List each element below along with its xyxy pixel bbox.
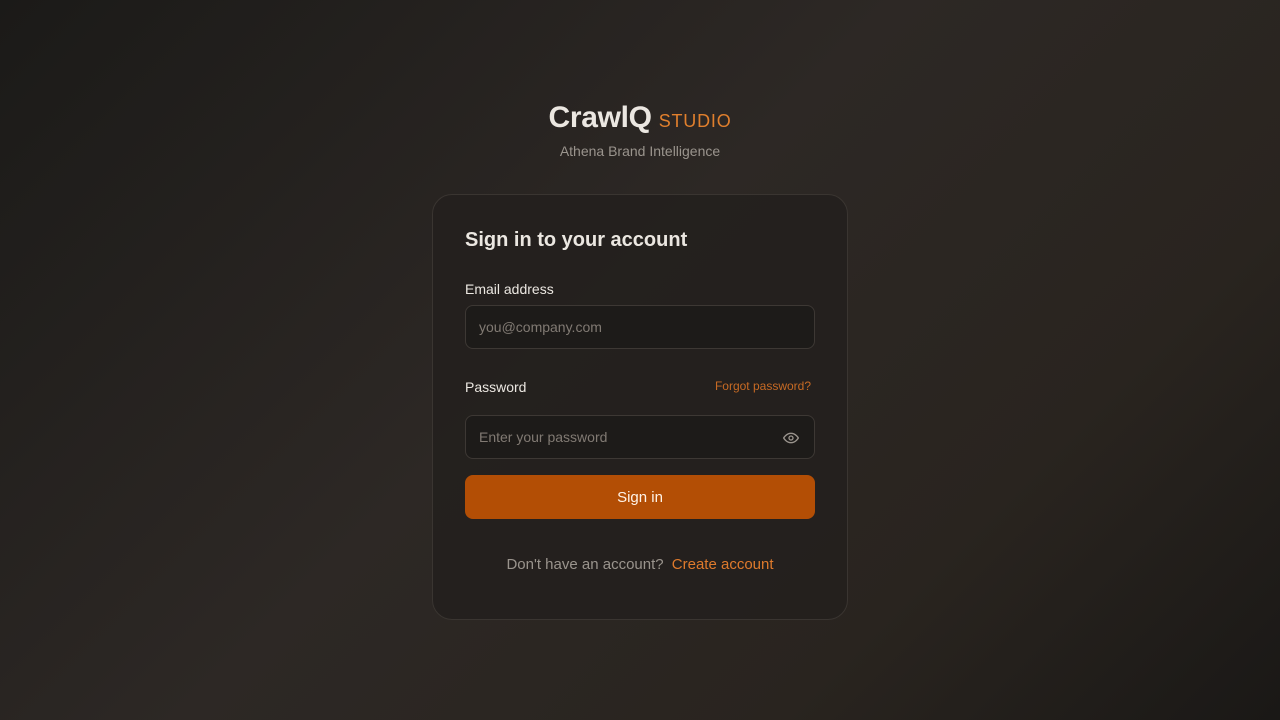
brand-tagline: Athena Brand Intelligence [559,143,721,159]
forgot-password-link[interactable]: Forgot password? [715,379,811,393]
eye-icon[interactable] [782,429,800,447]
email-field-container [465,305,815,349]
create-account-link[interactable]: Create account [672,556,774,573]
password-input[interactable] [466,416,814,458]
brand-header: CrawlQ STUDIO Athena Brand Intelligence [0,101,1280,159]
card-title: Sign in to your account [465,229,688,251]
signup-prompt-text: Don't have an account? [506,556,664,573]
password-label: Password [465,379,527,395]
sign-in-button[interactable]: Sign in [465,475,815,519]
email-input[interactable] [466,306,814,348]
brand-suffix: STUDIO [658,111,732,131]
password-field-container [465,415,815,459]
signup-prompt-row: Don't have an account? Create account [433,556,847,573]
brand-logo: CrawlQ STUDIO [548,101,731,139]
login-card: Sign in to your account Email address Pa… [432,194,848,620]
login-page: CrawlQ STUDIO Athena Brand Intelligence … [0,0,1280,720]
brand-name: CrawlQ [548,101,652,134]
email-label: Email address [465,281,554,297]
